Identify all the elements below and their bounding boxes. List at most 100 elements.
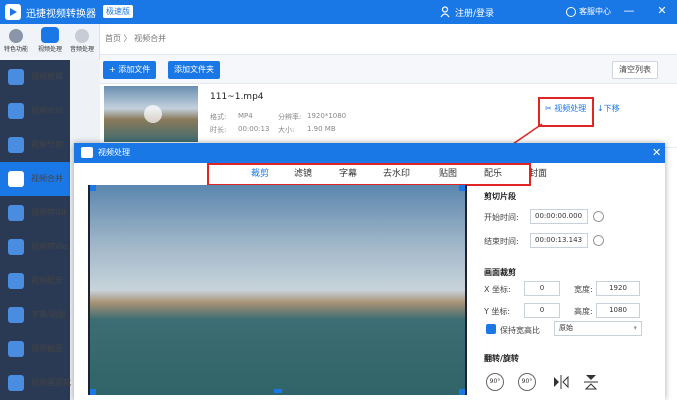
video-preview[interactable] — [88, 185, 467, 395]
rotate-section-title: 翻转/旋转 — [484, 354, 519, 363]
play-icon[interactable] — [144, 105, 162, 123]
ratio-select[interactable]: 原始 ▾ — [554, 321, 642, 336]
clear-list-button[interactable]: 清空列表 — [612, 61, 658, 79]
tabs-annotation-box — [207, 163, 531, 186]
crop-handle[interactable] — [90, 389, 96, 395]
format-value: MP4 — [238, 112, 253, 120]
duration-label: 时长: — [210, 126, 227, 134]
merge-icon — [8, 171, 24, 187]
add-file-button[interactable]: + 添加文件 — [103, 61, 157, 79]
clock-icon[interactable] — [593, 211, 604, 222]
y-coord-label: Y 坐标: — [484, 307, 511, 316]
nav-label: 特色功能 — [3, 46, 28, 53]
end-time-label: 结束时间: — [484, 237, 519, 246]
sidebar-item-screenshot[interactable]: 视频截图 — [0, 332, 70, 366]
sidebar-item-label: 视频截图 — [31, 344, 63, 353]
flip-vertical-icon[interactable] — [582, 373, 600, 391]
crop-icon — [8, 375, 24, 391]
flip-horizontal-icon[interactable] — [552, 373, 570, 391]
sidebar-item-label: 视频转We — [31, 242, 68, 251]
x-coord-label: X 坐标: — [484, 285, 511, 294]
duration-value: 00:00:13 — [238, 125, 270, 133]
subtitle-icon — [8, 307, 24, 323]
end-time-input[interactable]: 00:00:13.143 — [530, 233, 588, 248]
gif-icon — [8, 205, 24, 221]
format-label: 格式: — [210, 113, 227, 121]
sidebar-item-video-edit[interactable]: 视频剪辑 — [0, 60, 70, 94]
dialog-header: 视频处理 ✕ — [74, 143, 665, 163]
crop-handle[interactable] — [90, 185, 96, 191]
tab-cover[interactable]: 封面 — [529, 166, 547, 179]
sidebar-item-to-webp[interactable]: 视频转We — [0, 230, 70, 264]
clock-icon[interactable] — [593, 235, 604, 246]
width-label: 宽度: — [574, 285, 593, 294]
settings-panel: 剪切片段 开始时间: 00:00:00.000 结束时间: 00:00:13.1… — [484, 185, 665, 400]
app-title: 迅捷视频转换器 — [26, 9, 96, 20]
split-icon — [8, 137, 24, 153]
service-icon — [566, 7, 576, 17]
nav-label: 视频处理 — [37, 46, 62, 53]
size-value: 1.90 MB — [307, 125, 336, 133]
nav-featured[interactable]: 特色功能 — [1, 26, 31, 60]
ratio-value: 原始 — [559, 324, 573, 332]
dialog-title: 视频处理 — [98, 148, 130, 157]
video-processing-dialog: 视频处理 ✕ 裁剪 滤镜 字幕 去水印 贴图 配乐 封面 剪切片段 开始时间: … — [74, 143, 665, 400]
nav-label: 音频处理 — [69, 46, 94, 53]
chevron-down-icon: ▾ — [633, 324, 637, 332]
login-link[interactable]: 注册/登录 — [455, 6, 494, 19]
nav-video-processing[interactable]: 视频处理 — [35, 26, 65, 60]
move-down-link[interactable]: ↓下移 — [597, 103, 620, 114]
sidebar-item-to-gif[interactable]: 视频转Gif — [0, 196, 70, 230]
tab-bar: 裁剪 滤镜 字幕 去水印 贴图 配乐 封面 — [74, 163, 665, 186]
start-time-input[interactable]: 00:00:00.000 — [530, 209, 588, 224]
width-input[interactable]: 1920 — [596, 281, 640, 296]
toolbar: + 添加文件 添加文件夹 清空列表 — [100, 54, 677, 84]
height-input[interactable]: 1080 — [596, 303, 640, 318]
crop-section-title: 画面裁剪 — [484, 268, 516, 277]
crop-handle[interactable] — [459, 389, 465, 395]
rotate-right-icon[interactable]: 90° — [518, 373, 536, 391]
film-icon — [81, 147, 93, 158]
add-folder-button[interactable]: 添加文件夹 — [168, 61, 220, 79]
scissors-icon — [8, 69, 24, 85]
resolution-label: 分辨率: — [278, 113, 302, 121]
start-time-label: 开始时间: — [484, 213, 519, 222]
breadcrumb: 首页 〉 视频合并 — [105, 34, 167, 43]
file-name: 111~1.mp4 — [210, 92, 264, 102]
sidebar-item-crop[interactable]: 视频画面裁 — [0, 366, 71, 400]
clip-section-title: 剪切片段 — [484, 192, 516, 201]
close-button[interactable]: ✕ — [655, 4, 669, 18]
crop-handle[interactable] — [274, 389, 282, 393]
y-coord-input[interactable]: 0 — [524, 303, 560, 318]
minimize-button[interactable]: — — [622, 4, 636, 18]
edition-badge: 极速版 — [103, 5, 133, 18]
sidebar-item-merge[interactable]: 视频合并 — [0, 162, 70, 196]
user-icon — [440, 6, 450, 18]
title-bar: 迅捷视频转换器 极速版 注册/登录 客服中心 — ✕ — [0, 0, 677, 24]
nav-audio-processing[interactable]: 音频处理 — [67, 26, 97, 60]
video-thumbnail[interactable] — [104, 86, 198, 142]
rotate-left-icon[interactable]: 90° — [486, 373, 504, 391]
preview-image — [90, 185, 465, 395]
sidebar-item-label: 视频画面裁 — [31, 378, 71, 387]
dialog-close-icon[interactable]: ✕ — [652, 146, 661, 159]
sidebar-item-label: 视频剪辑 — [31, 72, 63, 81]
sidebar-item-label: 字幕/贴图 — [31, 310, 66, 319]
resolution-value: 1920*1080 — [307, 112, 347, 120]
x-coord-input[interactable]: 0 — [524, 281, 560, 296]
sidebar-item-label: 视频配乐 — [31, 276, 63, 285]
sidebar-item-watermark[interactable]: 视频水印 — [0, 94, 70, 128]
sidebar-item-label: 视频合并 — [31, 174, 63, 183]
customer-service-link[interactable]: 客服中心 — [579, 6, 611, 17]
keep-ratio-label: 保持宽高比 — [500, 326, 540, 335]
move-down-label: 下移 — [603, 104, 620, 113]
keep-ratio-checkbox[interactable] — [486, 324, 496, 334]
sidebar-item-music[interactable]: 视频配乐 — [0, 264, 70, 298]
sidebar-item-label: 视频转Gif — [31, 208, 67, 217]
crop-handle[interactable] — [459, 185, 465, 191]
film-icon — [41, 27, 59, 43]
sidebar-item-split[interactable]: 视频分割 — [0, 128, 70, 162]
camera-icon — [8, 341, 24, 357]
top-nav: 特色功能 视频处理 音频处理 — [0, 24, 100, 60]
sidebar-item-subtitle[interactable]: 字幕/贴图 — [0, 298, 70, 332]
